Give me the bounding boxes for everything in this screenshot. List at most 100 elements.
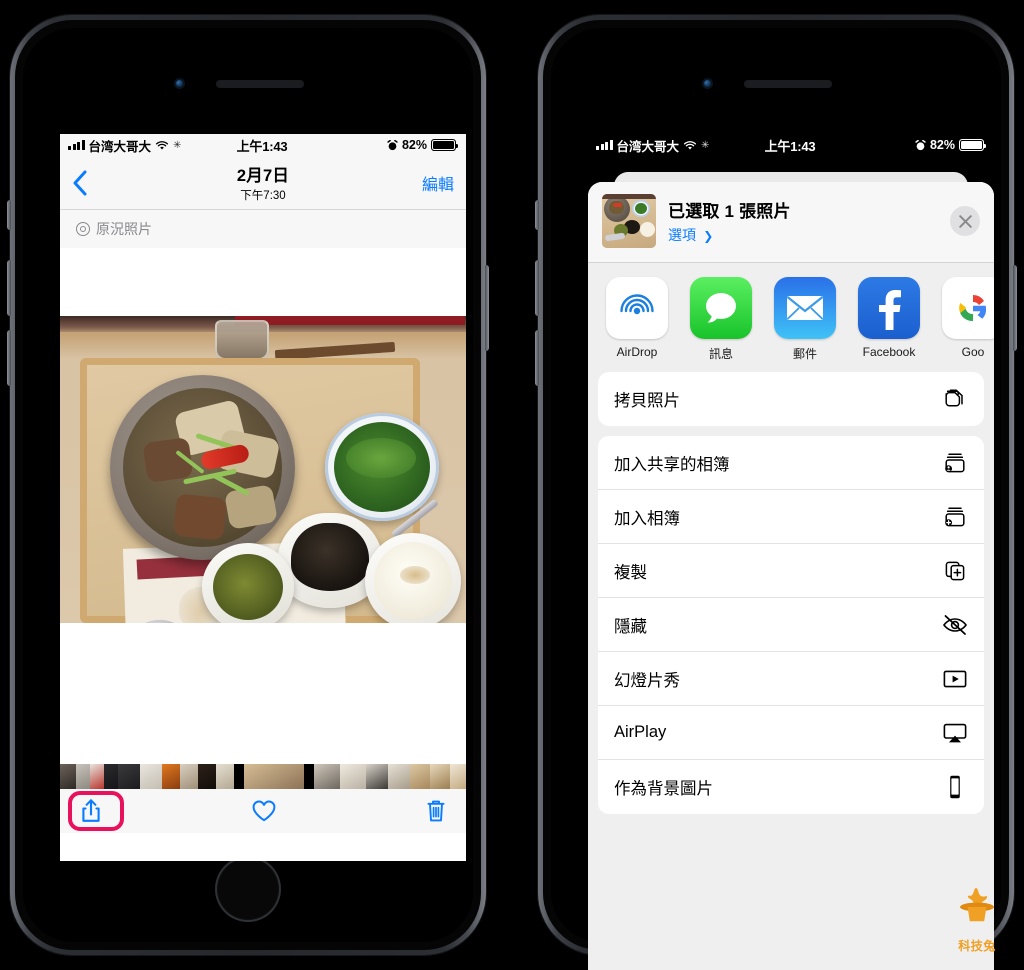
status-bar: 台湾大哥大 ✳ 上午1:43 82% xyxy=(60,134,466,156)
airdrop-icon-tile xyxy=(606,277,668,339)
share-action-group-main: 加入共享的相簿 加入相簿 複製 隱藏 幻燈片秀 AirPlay 作為背景圖片 xyxy=(598,436,984,814)
row-label: 隱藏 xyxy=(614,617,647,636)
wifi-icon xyxy=(155,140,169,150)
photo-glass-cup xyxy=(215,320,269,360)
share-sheet: 已選取 1 張照片 選項 ❯ AirDrop 訊息 郵件 Facebook Go… xyxy=(588,182,994,970)
share-action-hide[interactable]: 隱藏 xyxy=(598,598,984,652)
edit-button[interactable]: 編輯 xyxy=(422,171,454,195)
photo-rice xyxy=(374,542,452,620)
thumbnail-6[interactable] xyxy=(162,764,180,789)
thumbnail-11[interactable] xyxy=(244,764,304,789)
photo-black-sauce xyxy=(291,523,369,591)
photo-red-mat xyxy=(235,316,465,325)
slideshow-icon xyxy=(942,666,968,692)
row-label: 複製 xyxy=(614,563,647,582)
share-app-facebook[interactable]: Facebook xyxy=(858,277,920,362)
volume-down-button[interactable] xyxy=(7,330,11,386)
carrier-label: 台湾大哥大 xyxy=(88,139,152,154)
power-button-right[interactable] xyxy=(1013,265,1017,351)
thumbnail-12[interactable] xyxy=(304,764,314,789)
duplicate-icon xyxy=(942,558,968,584)
share-action-shared-album[interactable]: 加入共享的相簿 xyxy=(598,436,984,490)
thumbnail-1[interactable] xyxy=(76,764,90,789)
share-app-mail[interactable]: 郵件 xyxy=(774,277,836,362)
thumbnail-7[interactable] xyxy=(180,764,198,789)
share-app-airdrop[interactable]: AirDrop xyxy=(606,277,668,362)
delete-button[interactable] xyxy=(426,799,446,823)
shared-album-icon xyxy=(942,450,968,476)
close-icon xyxy=(958,214,972,228)
chevron-right-icon: ❯ xyxy=(699,229,714,243)
photo-thumbnail-strip[interactable] xyxy=(60,764,466,789)
close-button[interactable] xyxy=(950,206,980,236)
favorite-button[interactable] xyxy=(251,799,277,823)
volume-up-button[interactable] xyxy=(7,260,11,316)
thumbnail-4[interactable] xyxy=(118,764,140,789)
left-phone-screen: 台湾大哥大 ✳ 上午1:43 82% 2月7日 下午7:30 編輯 原況照片 xyxy=(60,134,466,861)
battery-icon xyxy=(431,139,459,151)
thumbnail-19[interactable] xyxy=(450,764,466,789)
share-action-wallpaper[interactable]: 作為背景圖片 xyxy=(598,760,984,814)
photo-rice-bowl xyxy=(365,533,461,623)
thumbnail-16[interactable] xyxy=(388,764,410,789)
photo-toolbar xyxy=(60,789,466,833)
share-apps-row[interactable]: AirDrop 訊息 郵件 Facebook Goo xyxy=(588,263,994,372)
volume-down-button-right[interactable] xyxy=(535,330,539,386)
row-label: 加入共享的相簿 xyxy=(614,455,730,474)
status-bar-right: 82% xyxy=(287,138,459,152)
share-app-google[interactable]: Goo xyxy=(942,277,994,362)
photo-pickle-bowl xyxy=(202,543,294,623)
share-app-messages[interactable]: 訊息 xyxy=(690,277,752,362)
photo-bottom-spacer xyxy=(60,623,466,764)
thumbnail-15[interactable] xyxy=(366,764,388,789)
share-button[interactable] xyxy=(80,798,102,824)
thumbnail-14[interactable] xyxy=(340,764,366,789)
alarm-clock-icon xyxy=(387,139,398,150)
thumbnail-2[interactable] xyxy=(90,764,104,789)
right-phone-frame: 台湾大哥大 ✳ 上午1:43 82% 已選取 1 張照片 選項 ❯ AirDro… xyxy=(535,15,1017,970)
copy-icon xyxy=(942,386,968,412)
thumbnail-18[interactable] xyxy=(430,764,450,789)
wifi-icon xyxy=(683,140,697,150)
volume-up-button-right[interactable] xyxy=(535,260,539,316)
row-label: 作為背景圖片 xyxy=(614,780,713,798)
photo-thumbnail[interactable] xyxy=(602,194,656,248)
messages-icon xyxy=(706,293,736,323)
battery-icon xyxy=(959,139,987,151)
share-action-copy-photo[interactable]: 拷貝照片 xyxy=(598,372,984,426)
share-action-slideshow[interactable]: 幻燈片秀 xyxy=(598,652,984,706)
share-action-duplicate[interactable]: 複製 xyxy=(598,544,984,598)
earpiece-speaker xyxy=(216,80,304,88)
mute-switch[interactable] xyxy=(7,200,11,230)
thumbnail-8[interactable] xyxy=(198,764,216,789)
thumbnail-5[interactable] xyxy=(140,764,162,789)
share-action-add-to-album[interactable]: 加入相簿 xyxy=(598,490,984,544)
photo-stone-pot xyxy=(110,375,295,560)
home-button[interactable] xyxy=(217,858,279,920)
left-phone-bezel: 台湾大哥大 ✳ 上午1:43 82% 2月7日 下午7:30 編輯 原況照片 xyxy=(15,20,481,950)
carrier-label: 台湾大哥大 xyxy=(616,139,680,154)
left-phone-frame: 台湾大哥大 ✳ 上午1:43 82% 2月7日 下午7:30 編輯 原況照片 xyxy=(7,15,489,955)
status-bar-right: 台湾大哥大 ✳ 上午1:43 82% xyxy=(588,134,994,156)
share-sheet-title: 已選取 1 張照片 xyxy=(668,202,791,221)
live-photo-icon xyxy=(76,222,90,236)
share-sheet-options-link[interactable]: 選項 ❯ xyxy=(668,225,938,245)
share-action-airplay[interactable]: AirPlay xyxy=(598,706,984,760)
back-button[interactable] xyxy=(72,170,106,196)
thumbnail-3[interactable] xyxy=(104,764,118,789)
thumbnail-17[interactable] xyxy=(410,764,430,789)
google-icon-tile xyxy=(942,277,994,339)
photo-stew xyxy=(123,388,282,547)
power-button[interactable] xyxy=(485,265,489,351)
thumbnail-9[interactable] xyxy=(216,764,234,789)
photo-beef-2 xyxy=(172,493,228,541)
hide-eye-icon xyxy=(942,612,968,638)
thumbnail-0[interactable] xyxy=(60,764,76,789)
mute-switch-right[interactable] xyxy=(535,200,539,230)
messages-icon-tile xyxy=(690,277,752,339)
thumbnail-10[interactable] xyxy=(234,764,244,789)
thumbnail-13[interactable] xyxy=(314,764,340,789)
photo-top-spacer xyxy=(60,248,466,316)
live-photo-badge[interactable]: 原況照片 xyxy=(60,210,466,248)
main-photo[interactable] xyxy=(60,316,466,623)
